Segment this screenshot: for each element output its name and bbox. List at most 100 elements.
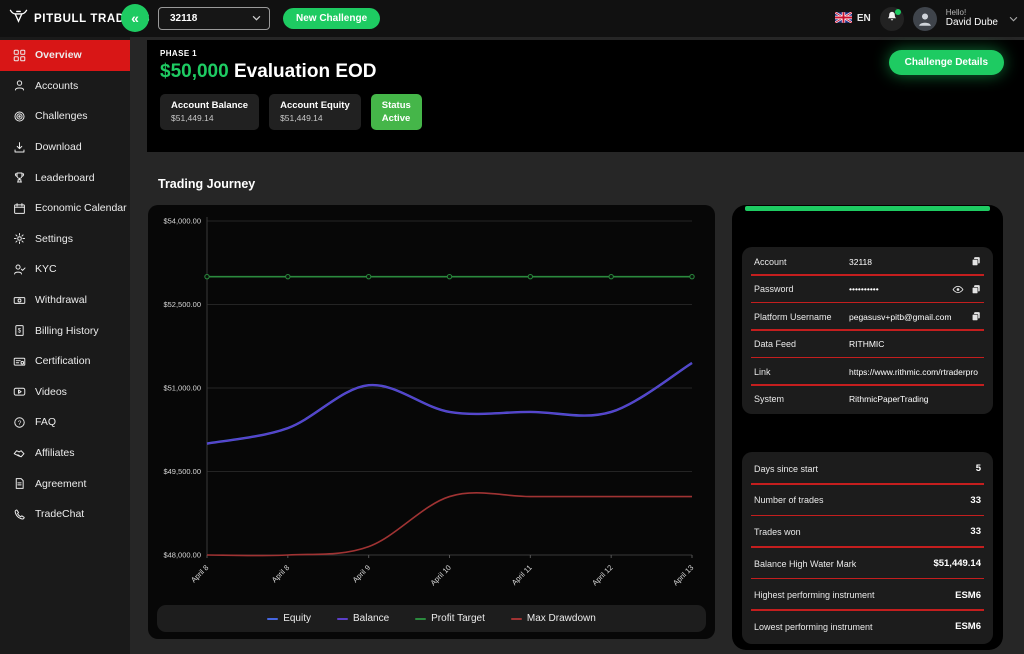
app-window: PITBULL TRADERS « 32118 New Challenge xyxy=(0,0,1024,654)
sidebar-item-agreement[interactable]: Agreement xyxy=(0,468,130,499)
sidebar-item-faq[interactable]: ? FAQ xyxy=(0,407,130,438)
svg-text:April 10: April 10 xyxy=(429,563,453,587)
challenge-title: Evaluation EOD xyxy=(234,61,377,82)
chevron-down-icon xyxy=(252,13,261,24)
info-row-platform-username: Platform Username pegasusv+pitb@gmail.co… xyxy=(742,303,993,331)
topbar-right: EN Hello! David Dube xyxy=(835,0,1018,37)
sidebar-item-label: Settings xyxy=(35,233,73,245)
copy-icon[interactable] xyxy=(971,256,981,267)
legend-item-max-drawdown[interactable]: Max Drawdown xyxy=(511,613,596,624)
info-value: RithmicPaperTrading xyxy=(849,394,981,404)
document-icon xyxy=(12,477,26,491)
user-greeting: Hello! xyxy=(946,8,998,17)
copy-icon[interactable] xyxy=(971,311,981,322)
info-row-account: Account 32118 xyxy=(742,248,993,276)
stat-label: Highest performing instrument xyxy=(754,590,875,600)
account-equity-label: Account Equity xyxy=(280,100,350,111)
sidebar-item-economic-calendar[interactable]: Economic Calendar xyxy=(0,193,130,224)
svg-text:$: $ xyxy=(17,328,21,335)
stat-value: 33 xyxy=(970,526,981,537)
user-menu-chevron-icon[interactable] xyxy=(1009,16,1018,22)
sidebar-item-withdrawal[interactable]: Withdrawal xyxy=(0,285,130,316)
svg-text:April 13: April 13 xyxy=(671,563,695,587)
account-dropdown-value: 32118 xyxy=(170,13,197,24)
new-challenge-button[interactable]: New Challenge xyxy=(283,8,380,29)
sidebar-item-tradechat[interactable]: TradeChat xyxy=(0,499,130,530)
uk-flag-icon xyxy=(835,12,852,26)
sidebar-item-settings[interactable]: Settings xyxy=(0,224,130,255)
legend-swatch xyxy=(267,618,278,620)
stat-value: ESM6 xyxy=(955,621,981,632)
svg-text:$51,000.00: $51,000.00 xyxy=(163,384,201,393)
sidebar-item-affiliates[interactable]: Affiliates xyxy=(0,438,130,469)
account-balance-card: Account Balance $51,449.14 xyxy=(160,94,259,130)
trading-journey-chart: $48,000.00$49,500.00$51,000.00$52,500.00… xyxy=(151,209,708,601)
info-value: RITHMIC xyxy=(849,339,981,349)
copy-icon[interactable] xyxy=(971,284,981,295)
question-icon: ? xyxy=(12,415,26,429)
video-icon xyxy=(12,385,26,399)
stat-label: Lowest performing instrument xyxy=(754,622,873,632)
info-row-password: Password •••••••••• xyxy=(742,276,993,304)
info-value: 32118 xyxy=(849,257,971,267)
legend-item-balance[interactable]: Balance xyxy=(337,613,389,624)
account-dropdown[interactable]: 32118 xyxy=(158,7,270,30)
info-row-link: Link https://www.rithmic.com/rtraderpro xyxy=(742,358,993,386)
user-menu[interactable]: Hello! David Dube xyxy=(946,8,998,29)
sidebar-item-billing-history[interactable]: $ Billing History xyxy=(0,315,130,346)
row-actions xyxy=(952,284,981,295)
notification-button[interactable] xyxy=(880,7,904,31)
sidebar-item-label: FAQ xyxy=(35,416,56,428)
notification-dot xyxy=(895,9,901,15)
sidebar-item-accounts[interactable]: Accounts xyxy=(0,71,130,102)
account-balance-label: Account Balance xyxy=(171,100,248,111)
avatar[interactable] xyxy=(913,7,937,31)
challenge-details-button[interactable]: Challenge Details xyxy=(889,50,1004,75)
stat-value: ESM6 xyxy=(955,590,981,601)
sidebar-item-challenges[interactable]: Challenges xyxy=(0,101,130,132)
stat-label: Balance High Water Mark xyxy=(754,559,856,569)
calendar-icon xyxy=(12,201,26,215)
language-selector[interactable]: EN xyxy=(835,12,871,26)
info-label: Link xyxy=(754,367,849,377)
sidebar-item-label: Overview xyxy=(35,49,82,61)
sidebar-item-download[interactable]: Download xyxy=(0,132,130,163)
legend-item-profit-target[interactable]: Profit Target xyxy=(415,613,485,624)
legend-item-equity[interactable]: Equity xyxy=(267,613,311,624)
svg-text:?: ? xyxy=(17,420,21,427)
billing-icon: $ xyxy=(12,324,26,338)
sidebar-item-label: Download xyxy=(35,141,82,153)
sidebar-item-kyc[interactable]: KYC xyxy=(0,254,130,285)
info-row-system: System RithmicPaperTrading xyxy=(742,386,993,414)
sidebar-item-label: Accounts xyxy=(35,80,78,92)
download-icon xyxy=(12,140,26,154)
account-equity-value: $51,449.14 xyxy=(280,113,350,123)
sidebar-item-label: Affiliates xyxy=(35,447,75,459)
legend-swatch xyxy=(415,618,426,620)
sidebar-item-overview[interactable]: Overview xyxy=(0,40,130,71)
chart-legend: Equity Balance Profit Target Max Drawdown xyxy=(157,605,706,632)
sidebar-collapse-button[interactable]: « xyxy=(121,4,149,32)
section-title: Trading Journey xyxy=(158,177,255,191)
challenge-amount: $50,000 xyxy=(160,61,229,82)
panel-accent-bar xyxy=(745,206,990,211)
eye-icon[interactable] xyxy=(952,285,964,294)
topbar: PITBULL TRADERS « 32118 New Challenge xyxy=(0,0,1024,37)
bull-logo-icon xyxy=(9,8,28,29)
chart-card: $48,000.00$49,500.00$51,000.00$52,500.00… xyxy=(148,205,715,639)
sidebar-item-videos[interactable]: Videos xyxy=(0,377,130,408)
status-badge: Status Active xyxy=(371,94,422,130)
trophy-icon xyxy=(12,171,26,185)
account-balance-value: $51,449.14 xyxy=(171,113,248,123)
sidebar-item-label: Billing History xyxy=(35,325,99,337)
phone-icon xyxy=(12,507,26,521)
stat-value: $51,449.14 xyxy=(933,558,981,569)
stat-label: Days since start xyxy=(754,464,818,474)
sidebar-item-certification[interactable]: Certification xyxy=(0,346,130,377)
stat-value: 5 xyxy=(976,463,981,474)
stat-row-balance-high-water-mark: Balance High Water Mark $51,449.14 xyxy=(742,548,993,580)
status-value: Active xyxy=(382,113,411,124)
user-name: David Dube xyxy=(946,17,998,29)
sidebar-item-leaderboard[interactable]: Leaderboard xyxy=(0,162,130,193)
info-value: pegasusv+pitb@gmail.com xyxy=(849,312,971,322)
